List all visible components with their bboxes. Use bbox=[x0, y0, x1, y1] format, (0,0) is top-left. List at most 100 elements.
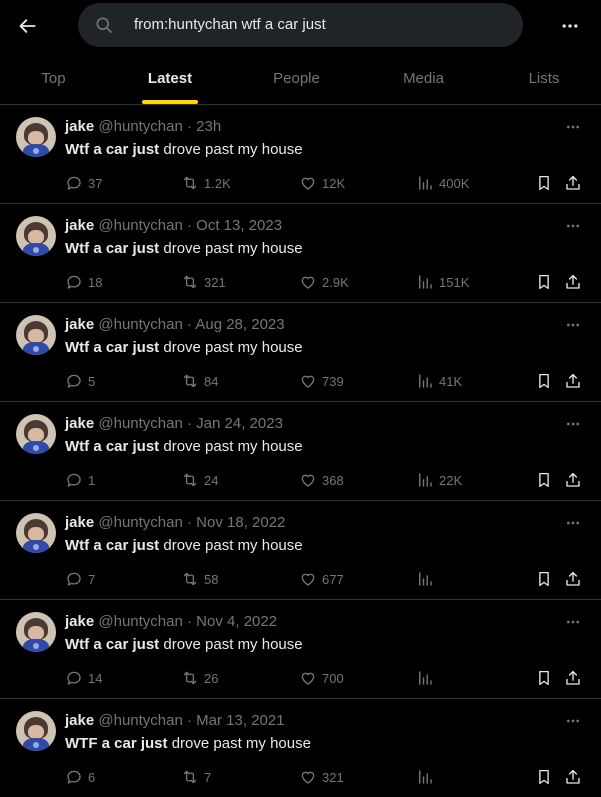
author-name[interactable]: jake bbox=[65, 712, 94, 729]
tweet-header: jake @huntychan · Aug 28, 2023 bbox=[65, 316, 285, 333]
views-button[interactable] bbox=[416, 668, 439, 688]
tweet-timestamp[interactable]: Nov 18, 2022 bbox=[196, 514, 285, 531]
reply-button[interactable]: 1 bbox=[65, 470, 95, 490]
tweet-timestamp[interactable]: 23h bbox=[196, 118, 221, 135]
views-button[interactable] bbox=[416, 767, 439, 787]
views-button[interactable]: 22K bbox=[416, 470, 462, 490]
author-name[interactable]: jake bbox=[65, 217, 94, 234]
bookmark-button[interactable] bbox=[535, 371, 553, 391]
like-button[interactable]: 677 bbox=[299, 569, 344, 589]
author-handle[interactable]: @huntychan bbox=[98, 316, 182, 333]
retweet-button[interactable]: 24 bbox=[181, 470, 218, 490]
bookmark-button[interactable] bbox=[535, 272, 553, 292]
avatar[interactable] bbox=[16, 117, 56, 157]
bookmark-button[interactable] bbox=[535, 668, 553, 688]
author-name[interactable]: jake bbox=[65, 415, 94, 432]
share-button[interactable] bbox=[564, 767, 582, 787]
retweet-button[interactable]: 321 bbox=[181, 272, 226, 292]
views-button[interactable]: 151K bbox=[416, 272, 469, 292]
tweet[interactable]: jake @huntychan · Nov 4, 2022 Wtf a car … bbox=[0, 600, 601, 699]
tweet-more-button[interactable] bbox=[560, 216, 586, 236]
like-button[interactable]: 700 bbox=[299, 668, 344, 688]
tweet[interactable]: jake @huntychan · Mar 13, 2021 WTF a car… bbox=[0, 699, 601, 797]
tweet-more-button[interactable] bbox=[560, 315, 586, 335]
retweet-button[interactable]: 26 bbox=[181, 668, 218, 688]
tab-people[interactable]: People bbox=[233, 52, 360, 104]
reply-button[interactable]: 37 bbox=[65, 173, 102, 193]
avatar[interactable] bbox=[16, 513, 56, 553]
tweet[interactable]: jake @huntychan · Aug 28, 2023 Wtf a car… bbox=[0, 303, 601, 402]
share-button[interactable] bbox=[564, 272, 582, 292]
reply-button[interactable]: 7 bbox=[65, 569, 95, 589]
tab-latest[interactable]: Latest bbox=[107, 52, 233, 104]
avatar[interactable] bbox=[16, 711, 56, 751]
avatar[interactable] bbox=[16, 414, 56, 454]
bookmark-button[interactable] bbox=[535, 767, 553, 787]
bookmark-button[interactable] bbox=[535, 470, 553, 490]
reply-button[interactable]: 5 bbox=[65, 371, 95, 391]
reply-button[interactable]: 18 bbox=[65, 272, 102, 292]
more-options-button[interactable] bbox=[556, 12, 584, 40]
author-handle[interactable]: @huntychan bbox=[98, 514, 182, 531]
tweet-more-button[interactable] bbox=[560, 513, 586, 533]
tweet-more-button[interactable] bbox=[560, 711, 586, 731]
tweet[interactable]: jake @huntychan · 23h Wtf a car just dro… bbox=[0, 105, 601, 204]
tweet-timestamp[interactable]: Jan 24, 2023 bbox=[196, 415, 283, 432]
tweet-more-button[interactable] bbox=[560, 612, 586, 632]
tweet[interactable]: jake @huntychan · Oct 13, 2023 Wtf a car… bbox=[0, 204, 601, 303]
tab-media[interactable]: Media bbox=[360, 52, 487, 104]
tweet-timestamp[interactable]: Mar 13, 2021 bbox=[196, 712, 284, 729]
tweet-timestamp[interactable]: Aug 28, 2023 bbox=[195, 316, 284, 333]
views-button[interactable]: 400K bbox=[416, 173, 469, 193]
share-button[interactable] bbox=[564, 470, 582, 490]
avatar[interactable] bbox=[16, 315, 56, 355]
author-name[interactable]: jake bbox=[65, 118, 94, 135]
search-query[interactable]: from:huntychan wtf a car just bbox=[134, 16, 326, 33]
reply-count: 18 bbox=[88, 274, 103, 290]
tweet-more-button[interactable] bbox=[560, 117, 586, 137]
meta-separator: · bbox=[187, 613, 192, 630]
like-button[interactable]: 368 bbox=[299, 470, 344, 490]
tweet-timestamp[interactable]: Nov 4, 2022 bbox=[196, 613, 277, 630]
share-button[interactable] bbox=[564, 173, 582, 193]
retweet-button[interactable]: 7 bbox=[181, 767, 211, 787]
author-handle[interactable]: @huntychan bbox=[98, 415, 182, 432]
tab-top[interactable]: Top bbox=[0, 52, 107, 104]
share-button[interactable] bbox=[564, 668, 582, 688]
search-tabs: Top Latest People Media Lists bbox=[0, 52, 601, 105]
retweet-button[interactable]: 58 bbox=[181, 569, 218, 589]
like-count: 368 bbox=[322, 472, 344, 488]
bookmark-button[interactable] bbox=[535, 173, 553, 193]
author-handle[interactable]: @huntychan bbox=[98, 613, 182, 630]
bookmark-button[interactable] bbox=[535, 569, 553, 589]
reply-button[interactable]: 14 bbox=[65, 668, 102, 688]
tweet-more-button[interactable] bbox=[560, 414, 586, 434]
like-button[interactable]: 321 bbox=[299, 767, 344, 787]
like-button[interactable]: 12K bbox=[299, 173, 345, 193]
like-button[interactable]: 739 bbox=[299, 371, 344, 391]
author-name[interactable]: jake bbox=[65, 613, 94, 630]
back-button[interactable] bbox=[14, 12, 42, 40]
tweet-timestamp[interactable]: Oct 13, 2023 bbox=[196, 217, 282, 234]
views-button[interactable] bbox=[416, 569, 439, 589]
like-button[interactable]: 2.9K bbox=[299, 272, 349, 292]
author-handle[interactable]: @huntychan bbox=[98, 217, 182, 234]
author-name[interactable]: jake bbox=[65, 514, 94, 531]
tab-lists[interactable]: Lists bbox=[487, 52, 601, 104]
views-button[interactable]: 41K bbox=[416, 371, 462, 391]
author-handle[interactable]: @huntychan bbox=[98, 118, 182, 135]
reply-button[interactable]: 6 bbox=[65, 767, 95, 787]
meta-separator: · bbox=[187, 514, 192, 531]
tweet[interactable]: jake @huntychan · Nov 18, 2022 Wtf a car… bbox=[0, 501, 601, 600]
tweet[interactable]: jake @huntychan · Jan 24, 2023 Wtf a car… bbox=[0, 402, 601, 501]
author-handle[interactable]: @huntychan bbox=[98, 712, 182, 729]
retweet-button[interactable]: 1.2K bbox=[181, 173, 231, 193]
avatar[interactable] bbox=[16, 216, 56, 256]
search-input[interactable]: from:huntychan wtf a car just bbox=[78, 3, 523, 47]
share-button[interactable] bbox=[564, 371, 582, 391]
author-name[interactable]: jake bbox=[65, 316, 94, 333]
share-button[interactable] bbox=[564, 569, 582, 589]
retweet-button[interactable]: 84 bbox=[181, 371, 218, 391]
meta-separator: · bbox=[187, 316, 192, 333]
avatar[interactable] bbox=[16, 612, 56, 652]
